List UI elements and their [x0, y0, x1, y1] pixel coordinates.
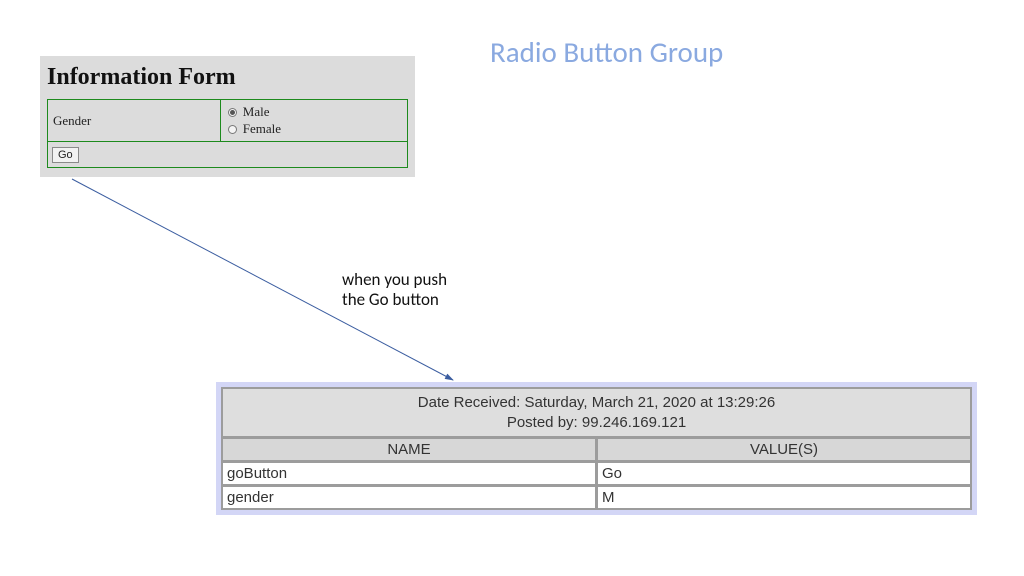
slide-title: Radio Button Group: [490, 34, 723, 70]
gender-label: Gender: [48, 100, 221, 142]
result-header-value: VALUE(S): [597, 438, 971, 461]
posted-by-value: 99.246.169.121: [582, 414, 686, 431]
info-form-panel: Information Form Gender Male Female: [40, 56, 415, 177]
radio-icon: [228, 108, 237, 117]
radio-male-label: Male: [243, 104, 270, 120]
cell-name: gender: [222, 486, 596, 509]
info-form-table: Gender Male Female: [47, 99, 408, 168]
cell-value: Go: [597, 462, 971, 485]
result-panel: Date Received: Saturday, March 21, 2020 …: [216, 382, 977, 515]
cell-name: goButton: [222, 462, 596, 485]
annotation-line1: when you push: [342, 269, 447, 290]
radio-icon: [228, 125, 237, 134]
annotation-line2: the Go button: [342, 289, 439, 310]
date-received-label: Date Received:: [418, 394, 521, 411]
cell-value: M: [597, 486, 971, 509]
gender-options-cell: Male Female: [220, 100, 407, 142]
go-button[interactable]: Go: [52, 147, 79, 163]
form-footer: Go: [48, 142, 408, 168]
annotation: when you push the Go button: [342, 270, 492, 311]
result-header-name: NAME: [222, 438, 596, 461]
table-row: gender M: [222, 486, 971, 509]
table-row: goButton Go: [222, 462, 971, 485]
posted-by-label: Posted by:: [507, 414, 578, 431]
radio-female[interactable]: Female: [228, 121, 402, 137]
info-form-heading: Information Form: [47, 64, 408, 91]
result-table: Date Received: Saturday, March 21, 2020 …: [221, 387, 972, 510]
date-received-value: Saturday, March 21, 2020 at 13:29:26: [525, 394, 776, 411]
radio-male[interactable]: Male: [228, 104, 402, 120]
radio-female-label: Female: [243, 121, 281, 137]
result-banner: Date Received: Saturday, March 21, 2020 …: [222, 388, 971, 437]
